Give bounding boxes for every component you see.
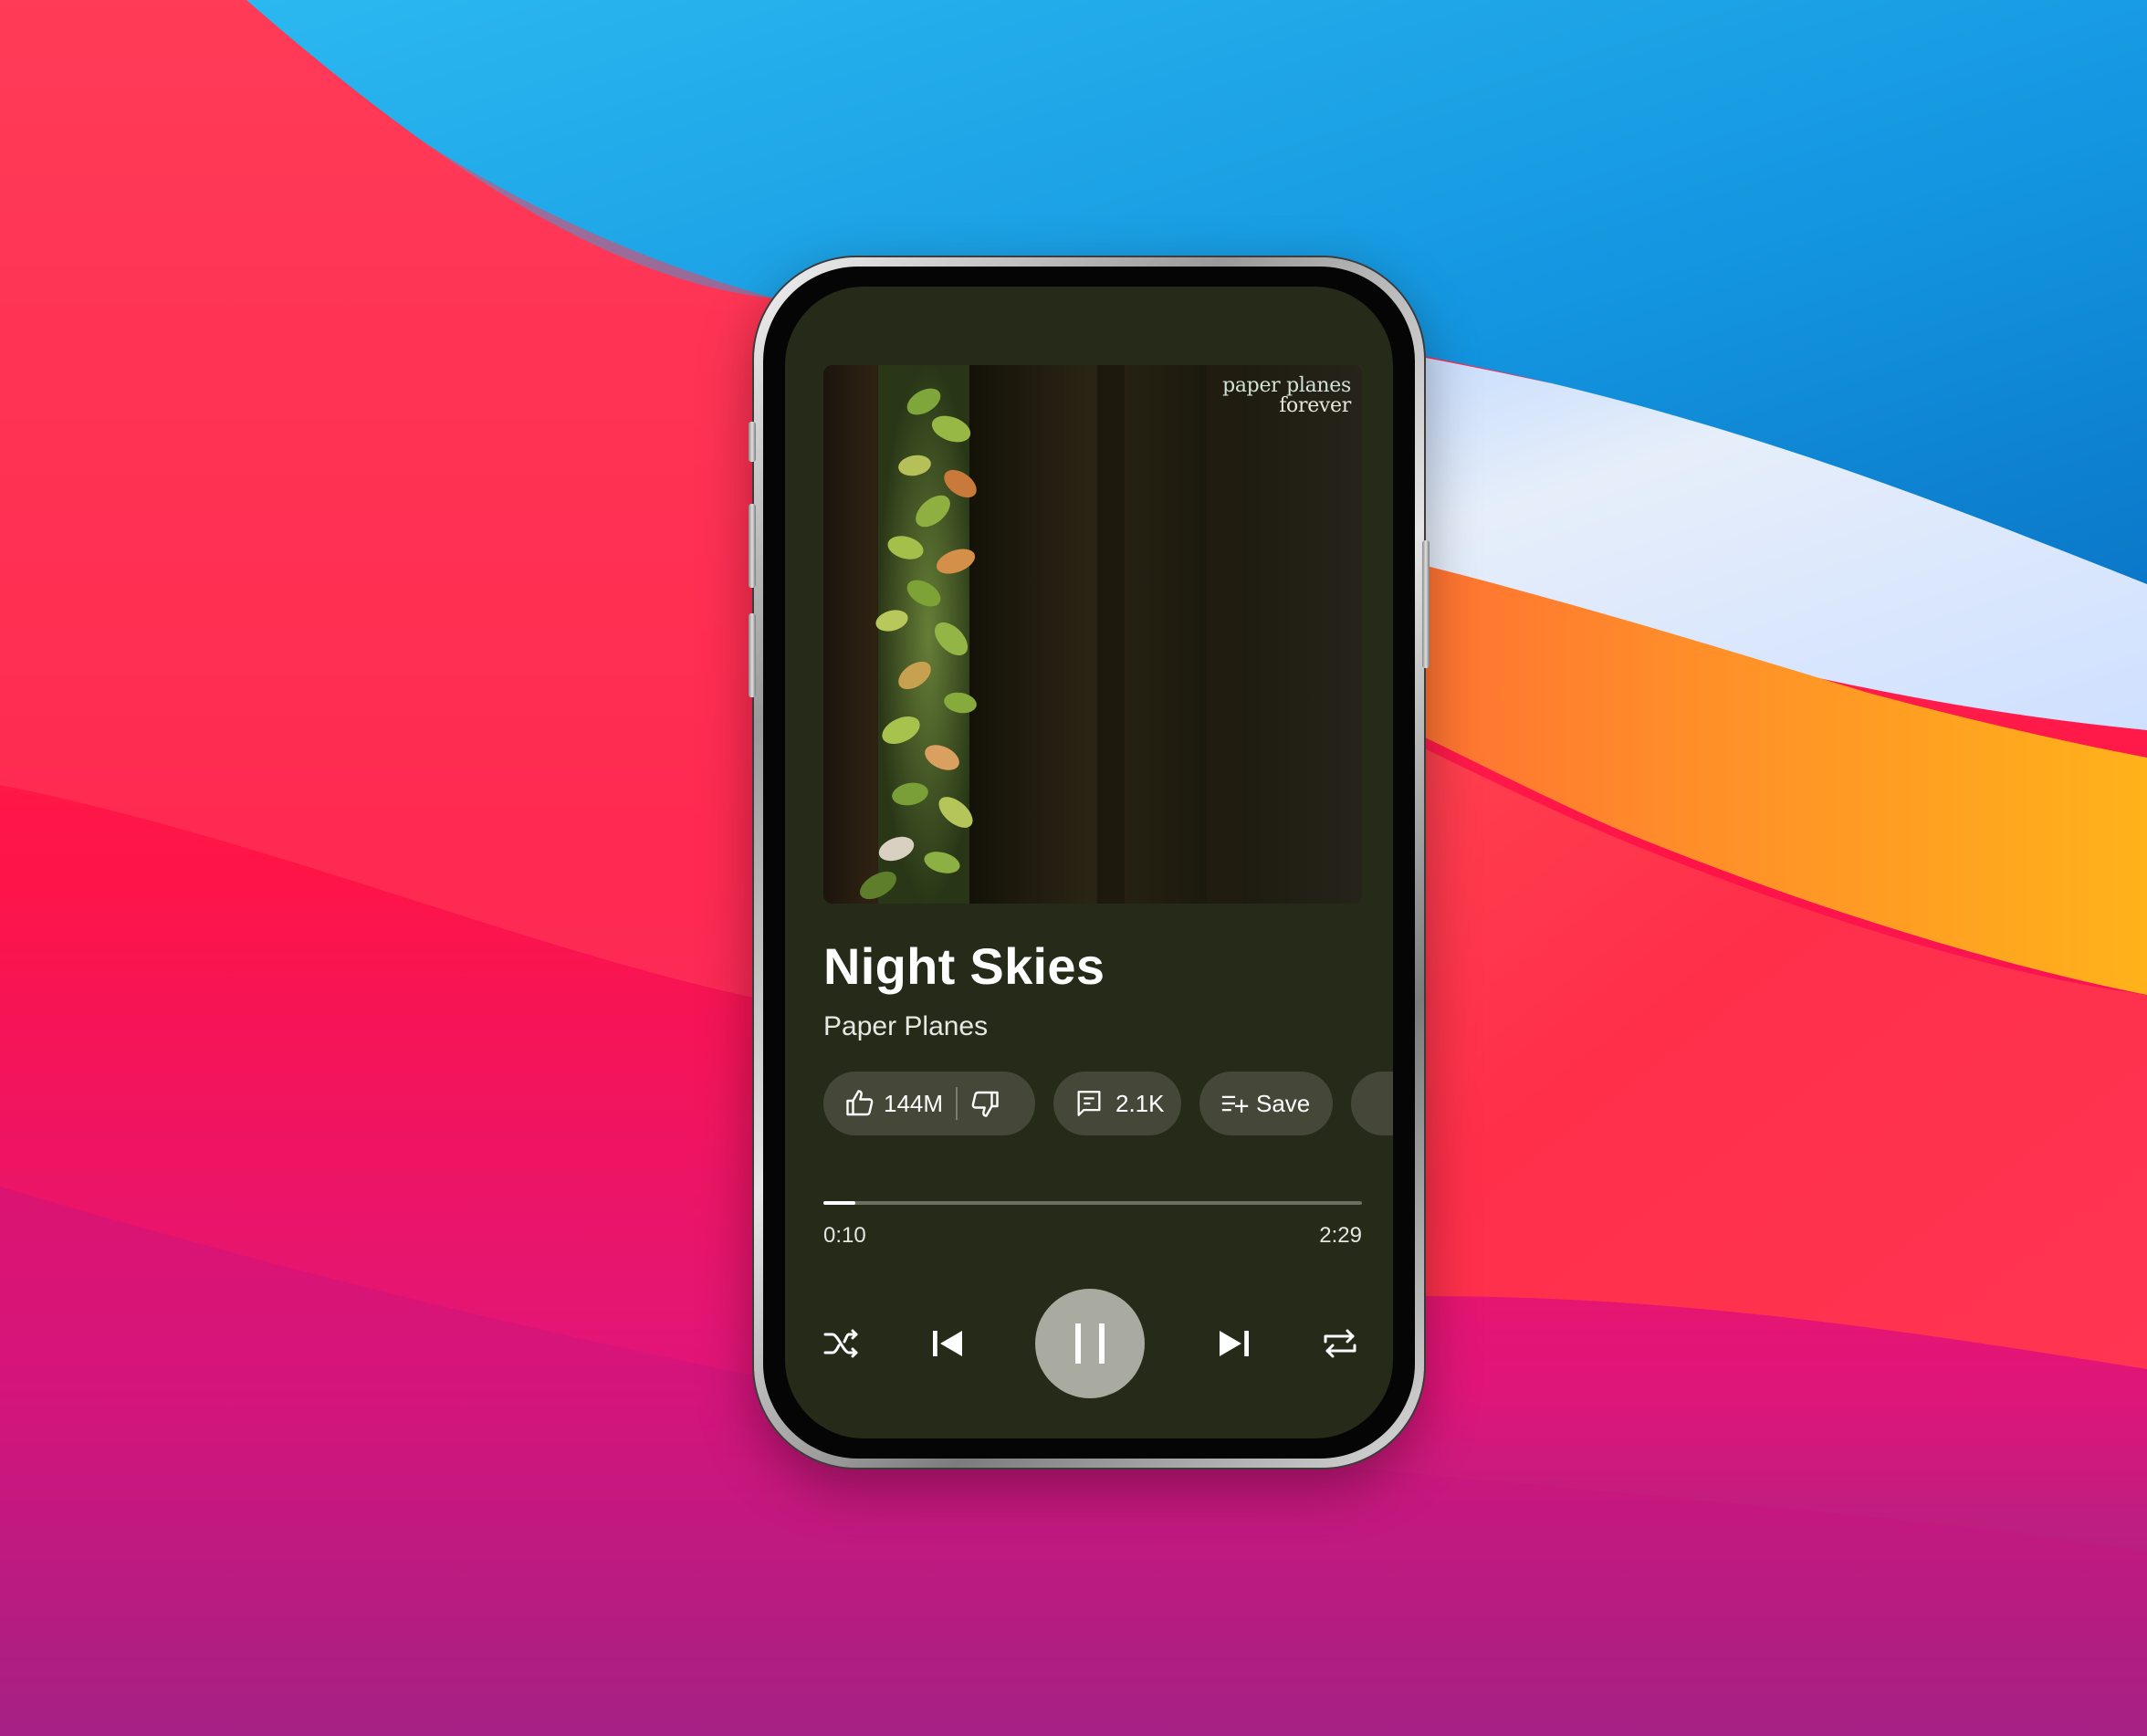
save-label: Save — [1256, 1089, 1311, 1117]
album-art: paper planes forever — [823, 365, 1362, 904]
shuffle-icon[interactable] — [820, 1322, 864, 1369]
playlist-add-icon — [1220, 1088, 1251, 1119]
pause-icon — [1068, 1318, 1112, 1369]
album-art-line-2: forever — [1279, 394, 1351, 417]
more-chip[interactable] — [1351, 1072, 1393, 1135]
thumbs-up-icon[interactable] — [843, 1087, 876, 1120]
chip-divider — [956, 1087, 958, 1120]
phone-frame: paper planes forever Night Skies Paper P… — [749, 257, 1430, 1468]
elapsed-time: 0:10 — [823, 1223, 866, 1248]
thumbs-down-icon[interactable] — [969, 1087, 1001, 1120]
progress-bar[interactable] — [823, 1201, 1362, 1205]
comments-chip[interactable]: 2.1K — [1053, 1072, 1181, 1135]
song-title: Night Skies — [823, 937, 1105, 995]
comment-count: 2.1K — [1115, 1089, 1165, 1117]
action-chips: 144M 2.1K Save — [823, 1072, 1393, 1135]
album-art-text: paper planes forever — [1222, 376, 1351, 416]
skip-next-icon[interactable] — [1212, 1322, 1256, 1369]
volume-up-button — [749, 504, 756, 588]
like-count[interactable]: 144M — [884, 1090, 943, 1118]
save-chip[interactable]: Save — [1199, 1072, 1333, 1135]
mute-switch — [749, 422, 756, 462]
artist-name[interactable]: Paper Planes — [823, 1011, 988, 1042]
total-duration: 2:29 — [1319, 1223, 1362, 1248]
volume-down-button — [749, 613, 756, 697]
skip-previous-icon[interactable] — [926, 1322, 969, 1369]
like-dislike-chip: 144M — [823, 1072, 1035, 1135]
album-art-image — [823, 365, 1362, 904]
repeat-icon[interactable] — [1318, 1322, 1362, 1369]
play-pause-button[interactable] — [1035, 1289, 1145, 1398]
album-art-line-1: paper planes — [1222, 374, 1351, 397]
power-button — [1422, 540, 1430, 668]
comment-icon — [1074, 1088, 1105, 1119]
progress-fill — [823, 1201, 856, 1205]
player-screen: paper planes forever Night Skies Paper P… — [785, 287, 1393, 1438]
